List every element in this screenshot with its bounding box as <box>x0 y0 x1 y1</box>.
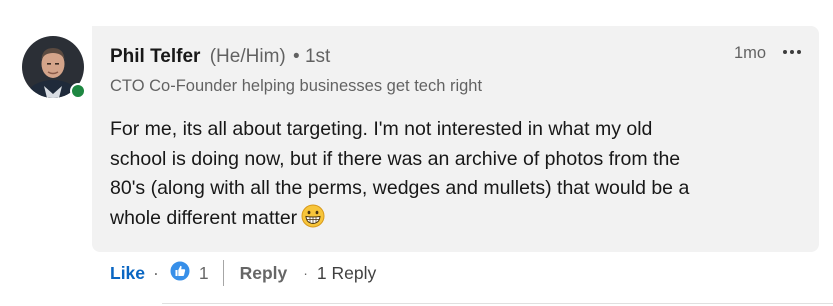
more-options-button[interactable] <box>778 41 806 63</box>
comment-line: whole different matter <box>110 206 298 229</box>
comment-text: For me, its all about targeting. I'm not… <box>110 115 800 237</box>
author-name[interactable]: Phil Telfer <box>110 46 200 67</box>
more-horizontal-icon <box>783 50 787 54</box>
comment-timestamp: 1mo <box>734 44 767 62</box>
comment-line: 80's (along with all the perms, wedges a… <box>110 177 690 199</box>
comment-line: For me, its all about targeting. I'm not… <box>110 118 653 140</box>
grinning-face-emoji-icon <box>301 204 325 238</box>
reply-thread-divider <box>162 303 833 304</box>
view-replies-link[interactable]: 1 Reply <box>317 263 376 284</box>
author-headline: CTO Co-Founder helping businesses get te… <box>110 77 483 95</box>
comment-line: school is doing now, but if there was an… <box>110 147 681 170</box>
connection-degree: • 1st <box>293 46 331 67</box>
reply-button[interactable]: Reply <box>240 263 288 284</box>
online-status-indicator <box>70 83 86 99</box>
separator-dot: · <box>153 262 159 283</box>
more-horizontal-icon-dot <box>797 50 801 54</box>
reaction-count[interactable]: 1 <box>199 263 209 284</box>
comment-line-last: whole different matter <box>110 204 800 238</box>
more-horizontal-icon-dot <box>790 50 794 54</box>
comment-actions: Like · 1 Reply · 1 Reply <box>110 260 376 287</box>
separator-dot: · <box>303 265 308 281</box>
author-pronouns: (He/Him) <box>209 46 286 67</box>
like-reaction-icon[interactable] <box>169 260 191 287</box>
like-button[interactable]: Like <box>110 263 145 284</box>
action-divider <box>222 260 224 286</box>
author-info: Phil Telfer (He/Him) • 1st <box>110 45 330 69</box>
